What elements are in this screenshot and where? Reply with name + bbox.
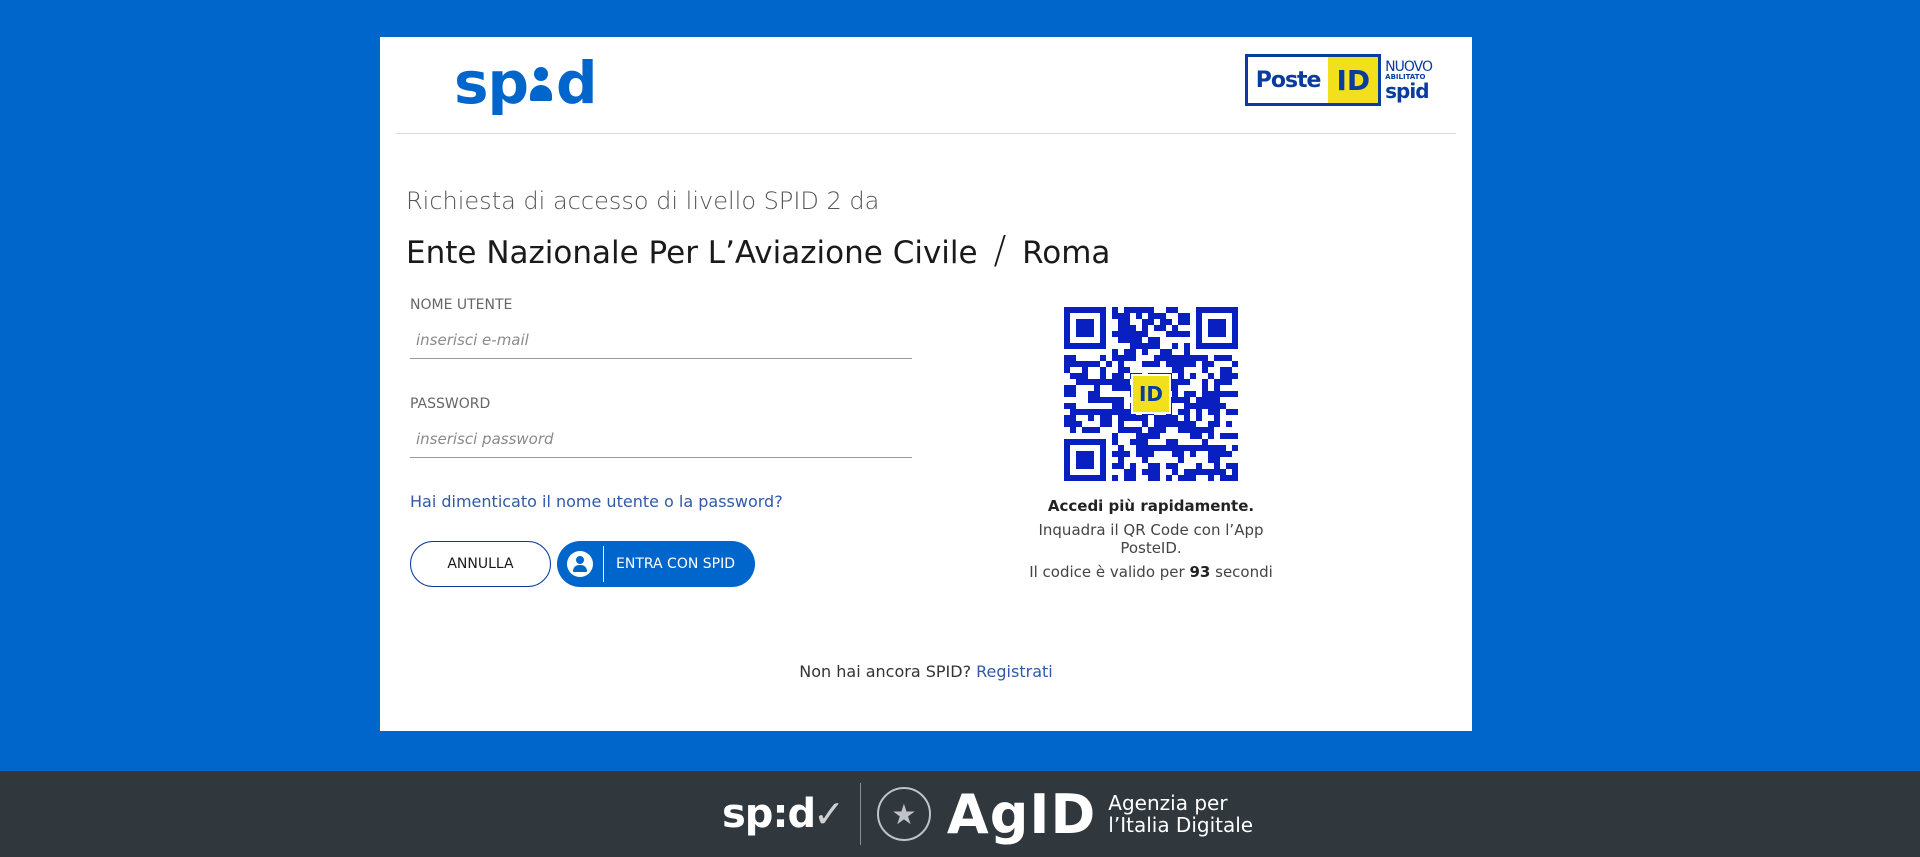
cancel-button[interactable]: ANNULLA	[410, 541, 551, 587]
footer: sp:d ✓ ★ AgID Agenzia per l’Italia Digit…	[0, 771, 1920, 857]
posteid-spid-badge: NUOVO ABILITATO spid	[1385, 54, 1433, 106]
username-input[interactable]	[410, 323, 912, 357]
login-spid-label: ENTRA CON SPID	[616, 556, 736, 572]
agency-line-2: l’Italia Digitale	[1108, 813, 1254, 837]
register-link[interactable]: Registrati	[976, 662, 1053, 681]
password-label: PASSWORD	[410, 396, 491, 412]
service-provider-name: Ente Nazionale Per L’Aviazione Civile / …	[406, 228, 1110, 272]
footer-spid-text: sp:d	[722, 791, 816, 837]
entity-city: Roma	[1022, 235, 1111, 271]
italian-republic-emblem-icon: ★	[876, 787, 931, 841]
agid-agency-name: Agenzia per l’Italia Digitale	[1108, 792, 1253, 836]
checkmark-icon: ✓	[813, 792, 845, 836]
posteid-logo: Poste ID NUOVO ABILITATO spid	[1244, 54, 1433, 106]
posteid-id-text: ID	[1328, 57, 1379, 103]
entity-name: Ente Nazionale Per L’Aviazione Civile	[406, 235, 978, 271]
login-card: sp d Poste ID NUOVO ABILITATO spid Richie…	[380, 37, 1472, 731]
password-field-wrapper	[410, 422, 912, 458]
posteid-box: Poste ID	[1244, 54, 1382, 106]
entity-separator: /	[993, 228, 1007, 272]
spid-logo: sp d	[454, 53, 598, 113]
posteid-mini-spid: spid	[1385, 78, 1429, 103]
agid-logo: AgID	[946, 782, 1097, 846]
qr-posteid-badge: ID	[1131, 374, 1171, 414]
qr-section: ID Accedi più rapidamente. Inquadra il Q…	[1016, 307, 1286, 581]
qr-countdown: 93	[1189, 563, 1211, 581]
agency-line-1: Agenzia per	[1108, 791, 1228, 815]
register-question: Non hai ancora SPID?	[799, 662, 972, 681]
username-field-wrapper	[410, 323, 912, 359]
footer-spid-logo: sp:d ✓	[722, 791, 845, 837]
spid-person-icon	[528, 63, 556, 103]
user-icon	[567, 551, 593, 577]
spid-logo-text-end: d	[556, 49, 598, 117]
qr-validity-prefix: Il codice è valido per	[1029, 563, 1185, 581]
qr-validity: Il codice è valido per 93 secondi	[1016, 563, 1286, 581]
button-divider	[603, 546, 604, 582]
qr-title: Accedi più rapidamente.	[1047, 497, 1255, 515]
forgot-credentials-link[interactable]: Hai dimenticato il nome utente o la pass…	[410, 492, 912, 511]
posteid-poste-text: Poste	[1247, 57, 1329, 103]
footer-divider	[859, 783, 861, 845]
login-form: NOME UTENTE PASSWORD Hai dimenticato il …	[410, 297, 912, 587]
request-subtitle: Richiesta di accesso di livello SPID 2 d…	[406, 187, 880, 215]
posteid-nuovo: NUOVO	[1385, 58, 1433, 75]
spid-logo-text-start: sp	[454, 49, 529, 117]
card-header: sp d Poste ID NUOVO ABILITATO spid	[396, 37, 1456, 134]
qr-validity-suffix: secondi	[1215, 563, 1273, 581]
footer-logos: sp:d ✓ ★ AgID Agenzia per l’Italia Digit…	[722, 781, 1253, 847]
qr-code: ID	[1064, 307, 1238, 481]
username-label: NOME UTENTE	[410, 297, 513, 313]
password-input[interactable]	[410, 422, 912, 456]
register-prompt: Non hai ancora SPID? Registrati	[380, 662, 1472, 681]
form-buttons: ANNULLA ENTRA CON SPID	[410, 541, 912, 587]
qr-instruction: Inquadra il QR Code con l’App PosteID.	[1038, 521, 1264, 557]
login-spid-button[interactable]: ENTRA CON SPID	[557, 541, 755, 587]
